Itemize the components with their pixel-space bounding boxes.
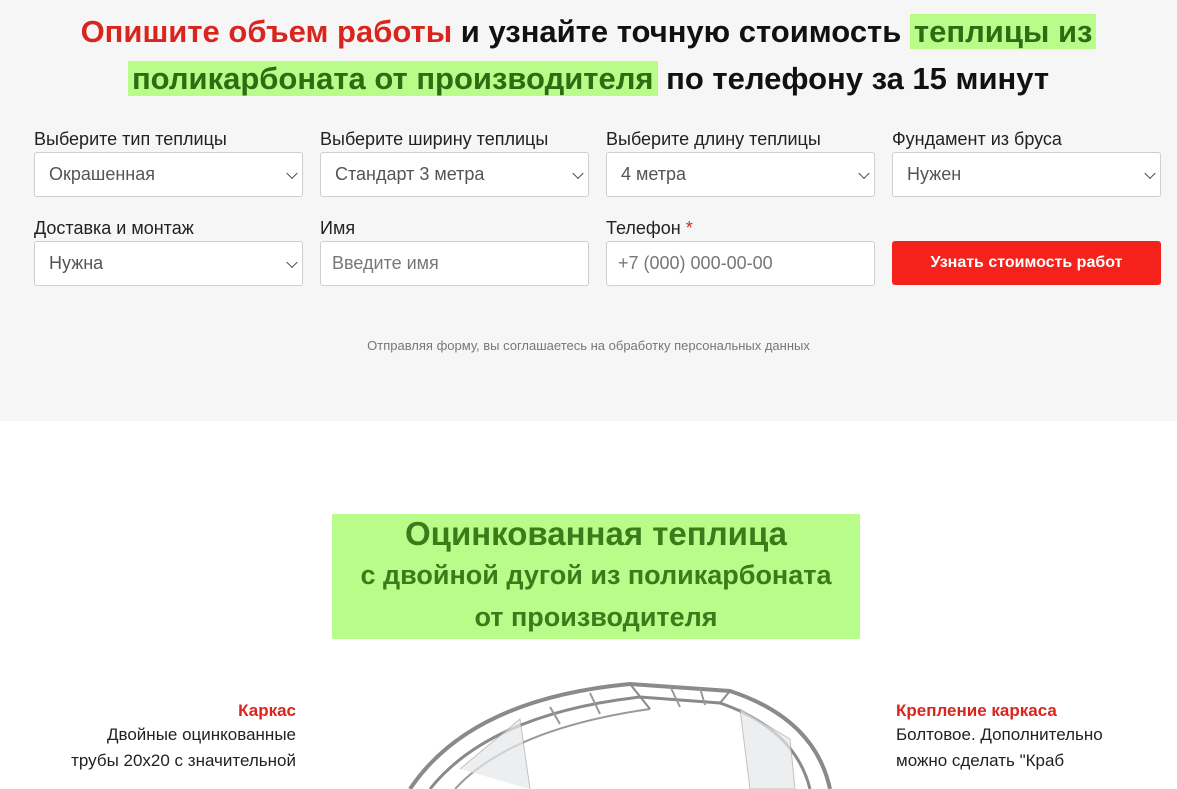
greenhouse-image	[408, 681, 832, 789]
required-mark: *	[685, 218, 693, 238]
delivery-value: Нужна	[49, 253, 104, 273]
consent-note: Отправляя форму, вы соглашаетесь на обра…	[367, 338, 810, 353]
chevron-down-icon	[1144, 167, 1156, 179]
form-fields: Выберите тип теплицы Окрашенная Выберите…	[34, 126, 1161, 286]
get-price-button[interactable]: Узнать стоимость работ	[892, 241, 1161, 285]
field-foundation: Фундамент из бруса Нужен	[892, 126, 1161, 197]
phone-label-text: Телефон	[606, 218, 681, 238]
feature-frame-mount: Крепление каркаса Болтовое. Дополнительн…	[896, 700, 1156, 774]
field-greenhouse-length: Выберите длину теплицы 4 метра	[606, 126, 875, 197]
cost-form-section: Опишите объем работы и узнайте точную ст…	[0, 0, 1177, 421]
foundation-value: Нужен	[907, 164, 962, 184]
phone-input[interactable]: +7 (000) 000-00-00	[606, 241, 875, 286]
feature-frame-line-2: трубы 20х20 с значительной	[71, 751, 296, 770]
headline-green-part-2: поликарбоната от производителя	[127, 61, 658, 96]
field-phone: Телефон * +7 (000) 000-00-00	[606, 215, 875, 286]
product-title-line-3: от производителя	[474, 602, 718, 632]
product-title-line-2: с двойной дугой из поликарбоната	[360, 560, 832, 590]
greenhouse-length-label: Выберите длину теплицы	[606, 129, 821, 149]
feature-frame: Каркас Двойные оцинкованные трубы 20х20 …	[0, 700, 296, 774]
feature-frame-title: Каркас	[238, 701, 296, 720]
delivery-label: Доставка и монтаж	[34, 218, 194, 238]
field-name: Имя Введите имя	[320, 215, 589, 286]
product-title-line-1: Оцинкованная теплица	[405, 515, 787, 552]
field-submit: Узнать стоимость работ	[892, 215, 1161, 286]
form-row-1: Выберите тип теплицы Окрашенная Выберите…	[34, 126, 1161, 197]
greenhouse-length-value: 4 метра	[621, 164, 687, 184]
product-section: Оцинкованная теплица с двойной дугой из …	[0, 421, 1177, 789]
field-greenhouse-type: Выберите тип теплицы Окрашенная	[34, 126, 303, 197]
greenhouse-type-label: Выберите тип теплицы	[34, 129, 227, 149]
chevron-down-icon	[286, 256, 298, 268]
greenhouse-length-select[interactable]: 4 метра	[606, 152, 875, 197]
page-headline: Опишите объем работы и узнайте точную ст…	[0, 0, 1177, 102]
feature-mount-line-1: Болтовое. Дополнительно	[896, 725, 1103, 744]
phone-label: Телефон *	[606, 215, 875, 241]
delivery-select[interactable]: Нужна	[34, 241, 303, 286]
headline-green-part-1: теплицы из	[909, 14, 1097, 49]
greenhouse-width-label: Выберите ширину теплицы	[320, 129, 549, 149]
greenhouse-type-select[interactable]: Окрашенная	[34, 152, 303, 197]
chevron-down-icon	[572, 167, 584, 179]
greenhouse-width-value: Стандарт 3 метра	[335, 164, 485, 184]
greenhouse-width-select[interactable]: Стандарт 3 метра	[320, 152, 589, 197]
foundation-select[interactable]: Нужен	[892, 152, 1161, 197]
headline-plain-part-2: по телефону за 15 минут	[657, 61, 1050, 96]
feature-frame-line-1: Двойные оцинкованные	[107, 725, 296, 744]
name-label: Имя	[320, 218, 356, 238]
field-delivery: Доставка и монтаж Нужна	[34, 215, 303, 286]
product-title-block: Оцинкованная теплица с двойной дугой из …	[332, 514, 860, 639]
headline-plain-part-1: и узнайте точную стоимость	[452, 14, 910, 49]
headline-red-part: Опишите объем работы	[80, 14, 453, 49]
feature-mount-line-2: можно сделать "Краб	[896, 751, 1065, 770]
form-row-2: Доставка и монтаж Нужна Имя Введите имя …	[34, 215, 1161, 286]
chevron-down-icon	[858, 167, 870, 179]
name-placeholder: Введите имя	[332, 253, 439, 273]
feature-mount-title: Крепление каркаса	[896, 701, 1057, 720]
foundation-label: Фундамент из бруса	[892, 129, 1062, 149]
name-input[interactable]: Введите имя	[320, 241, 589, 286]
field-greenhouse-width: Выберите ширину теплицы Стандарт 3 метра	[320, 126, 589, 197]
phone-placeholder: +7 (000) 000-00-00	[618, 253, 773, 273]
chevron-down-icon	[286, 167, 298, 179]
greenhouse-type-value: Окрашенная	[49, 164, 155, 184]
